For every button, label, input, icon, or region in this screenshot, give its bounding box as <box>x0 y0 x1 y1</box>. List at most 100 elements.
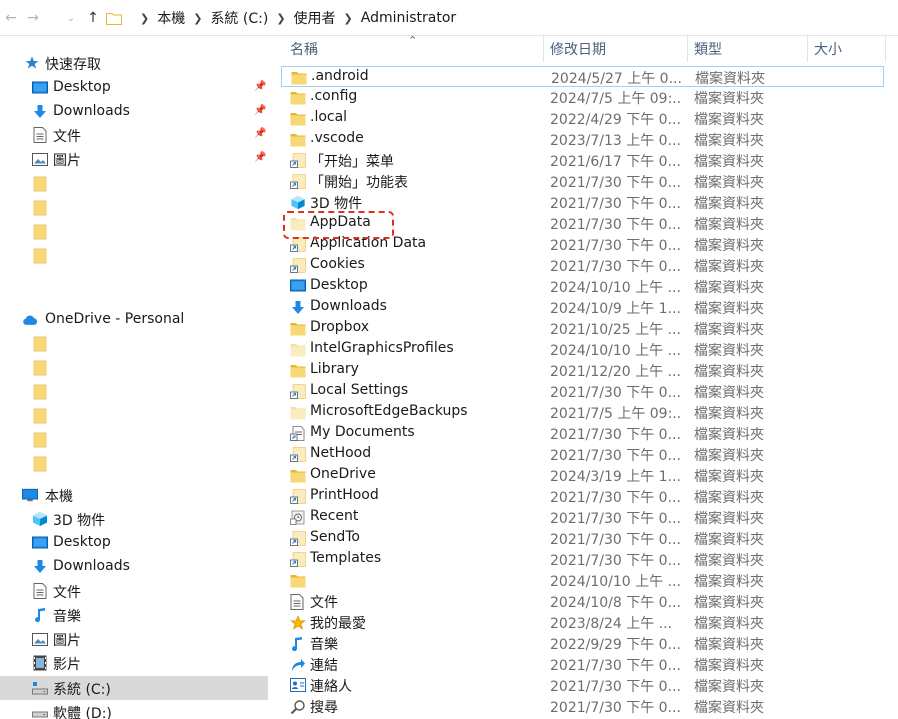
breadcrumb[interactable]: ❯ 本機 ❯ 系統 (C:) ❯ 使用者 ❯ Administrator <box>106 0 456 36</box>
file-row[interactable]: AppData 2021/7/30 下午 0... 檔案資料夾 <box>281 213 884 234</box>
sidebar-item-folder[interactable] <box>0 332 268 356</box>
chevron-right-icon: ❯ <box>343 11 353 25</box>
breadcrumb-item[interactable]: 本機 <box>157 8 185 28</box>
file-type: 檔案資料夾 <box>694 280 764 296</box>
sidebar-item-label: 文件 <box>53 129 81 145</box>
sidebar-item-label: Desktop <box>53 534 111 550</box>
breadcrumb-item[interactable]: Administrator <box>361 10 456 26</box>
sidebar-item-desktop[interactable]: Desktop <box>0 531 268 555</box>
file-name: Dropbox <box>310 319 369 335</box>
sidebar-item-downloads[interactable]: Downloads <box>0 555 268 579</box>
file-row[interactable]: 「開始」功能表 2021/7/30 下午 0... 檔案資料夾 <box>281 171 884 192</box>
file-row[interactable]: 3D 物件 2021/7/30 下午 0... 檔案資料夾 <box>281 192 884 213</box>
file-name: My Documents <box>310 424 415 440</box>
file-row[interactable]: 我的最愛 2023/8/24 上午 ... 檔案資料夾 <box>281 612 884 633</box>
sidebar-item-this-pc[interactable]: 本機 <box>0 483 268 507</box>
sidebar-item-folder[interactable] <box>0 380 268 404</box>
sidebar-item-folder[interactable] <box>0 404 268 428</box>
file-name: Local Settings <box>310 382 409 398</box>
file-row[interactable]: Dropbox 2021/10/25 上午 ... 檔案資料夾 <box>281 318 884 339</box>
sidebar-item-folder[interactable] <box>0 196 268 220</box>
file-modified-date: 2021/7/30 下午 0... <box>550 658 680 674</box>
file-row[interactable]: Recent 2021/7/30 下午 0... 檔案資料夾 <box>281 507 884 528</box>
file-type: 檔案資料夾 <box>694 322 764 338</box>
file-row[interactable]: Desktop 2024/10/10 上午 ... 檔案資料夾 <box>281 276 884 297</box>
file-name: 連結 <box>310 658 338 674</box>
file-row[interactable]: MicrosoftEdgeBackups 2021/7/5 上午 09:... 檔案… <box>281 402 884 423</box>
sidebar-item-folder[interactable] <box>0 356 268 380</box>
file-type: 檔案資料夾 <box>694 175 764 191</box>
sidebar-item-software-drive[interactable]: 軟體 (D:) <box>0 700 268 719</box>
file-row[interactable]: Downloads 2024/10/9 上午 1... 檔案資料夾 <box>281 297 884 318</box>
sidebar-item-folder[interactable] <box>0 452 268 476</box>
file-row[interactable]: SendTo 2021/7/30 下午 0... 檔案資料夾 <box>281 528 884 549</box>
column-header-type[interactable]: 類型 <box>694 36 794 62</box>
pin-icon[interactable]: 📌 <box>254 128 266 142</box>
navigation-pane: 快速存取 Desktop 📌 Downloads 📌 文件 📌 圖片 📌 One… <box>0 36 268 719</box>
hidden-folder-icon <box>290 405 306 420</box>
sidebar-item-quick-access[interactable]: 快速存取 <box>0 51 268 75</box>
up-button[interactable]: ↑ <box>82 0 104 36</box>
sidebar-item-music[interactable]: 音樂 <box>0 603 268 627</box>
file-modified-date: 2024/10/9 上午 1... <box>550 301 680 317</box>
file-row[interactable]: Templates 2021/7/30 下午 0... 檔案資料夾 <box>281 549 884 570</box>
sidebar-item-folder[interactable] <box>0 220 268 244</box>
file-row[interactable]: .vscode 2023/7/13 上午 0... 檔案資料夾 <box>281 129 884 150</box>
sidebar-item-folder[interactable] <box>0 244 268 268</box>
file-modified-date: 2021/7/30 下午 0... <box>550 217 680 233</box>
file-name: 連絡人 <box>310 679 352 695</box>
file-row[interactable]: Cookies 2021/7/30 下午 0... 檔案資料夾 <box>281 255 884 276</box>
sidebar-item-label: Downloads <box>53 558 130 574</box>
file-row[interactable]: .android 2024/5/27 上午 0... 檔案資料夾 <box>281 66 884 87</box>
sidebar-item-label: 圖片 <box>53 153 81 169</box>
breadcrumb-item[interactable]: 使用者 <box>294 8 336 28</box>
folder-icon <box>290 363 306 378</box>
system-drive-icon <box>32 680 48 696</box>
hidden-folder-icon <box>290 342 306 357</box>
file-row[interactable]: 連結 2021/7/30 下午 0... 檔案資料夾 <box>281 654 884 675</box>
file-row[interactable]: 搜尋 2021/7/30 下午 0... 檔案資料夾 <box>281 696 884 717</box>
file-row[interactable]: NetHood 2021/7/30 下午 0... 檔案資料夾 <box>281 444 884 465</box>
sidebar-item-downloads[interactable]: Downloads 📌 <box>0 100 268 124</box>
file-row[interactable]: My Documents 2021/7/30 下午 0... 檔案資料夾 <box>281 423 884 444</box>
recent-locations-chevron-icon[interactable]: ⌄ <box>60 0 82 36</box>
sidebar-item-desktop[interactable]: Desktop 📌 <box>0 76 268 100</box>
file-row[interactable]: Application Data 2021/7/30 下午 0... 檔案資料夾 <box>281 234 884 255</box>
column-header-date[interactable]: 修改日期 <box>550 36 680 62</box>
file-row[interactable]: 文件 2024/10/8 下午 0... 檔案資料夾 <box>281 591 884 612</box>
pin-icon[interactable]: 📌 <box>254 105 266 119</box>
file-name: Desktop <box>310 277 368 293</box>
pin-icon[interactable]: 📌 <box>254 152 266 166</box>
file-row[interactable]: 音樂 2022/9/29 下午 0... 檔案資料夾 <box>281 633 884 654</box>
file-row[interactable]: Local Settings 2021/7/30 下午 0... 檔案資料夾 <box>281 381 884 402</box>
sidebar-item-folder[interactable] <box>0 428 268 452</box>
file-row[interactable]: OneDrive 2024/3/19 上午 1... 檔案資料夾 <box>281 465 884 486</box>
column-header-size[interactable]: 大小 <box>814 36 874 62</box>
sidebar-item-system-drive[interactable]: 系統 (C:) <box>0 676 268 700</box>
back-button[interactable]: ← <box>0 0 22 36</box>
file-row[interactable]: 「开始」菜单 2021/6/17 下午 0... 檔案資料夾 <box>281 150 884 171</box>
documents-icon <box>32 583 48 599</box>
sidebar-item-pictures[interactable]: 圖片 <box>0 627 268 651</box>
sidebar-item-documents[interactable]: 文件 <box>0 579 268 603</box>
file-row[interactable]: Library 2021/12/20 上午 ... 檔案資料夾 <box>281 360 884 381</box>
sidebar-item-documents[interactable]: 文件 📌 <box>0 123 268 147</box>
sidebar-item-folder[interactable] <box>0 172 268 196</box>
file-row[interactable]: 連絡人 2021/7/30 下午 0... 檔案資料夾 <box>281 675 884 696</box>
sidebar-item-3d-objects[interactable]: 3D 物件 <box>0 507 268 531</box>
breadcrumb-item[interactable]: 系統 (C:) <box>210 8 268 28</box>
forward-button[interactable]: → <box>22 0 44 36</box>
file-row[interactable]: PrintHood 2021/7/30 下午 0... 檔案資料夾 <box>281 486 884 507</box>
file-row[interactable]: 2024/10/10 上午 ... 檔案資料夾 <box>281 570 884 591</box>
desktop-icon <box>290 279 306 294</box>
pin-icon[interactable]: 📌 <box>254 81 266 95</box>
file-row[interactable]: IntelGraphicsProfiles 2024/10/10 上午 ... 檔案… <box>281 339 884 360</box>
file-row[interactable]: .local 2022/4/29 下午 0... 檔案資料夾 <box>281 108 884 129</box>
file-row[interactable]: .config 2024/7/5 上午 09:... 檔案資料夾 <box>281 87 884 108</box>
sidebar-item-pictures[interactable]: 圖片 📌 <box>0 147 268 171</box>
downloads-icon <box>290 300 306 315</box>
sidebar-item-label: 軟體 (D:) <box>53 706 112 719</box>
sidebar-item-videos[interactable]: 影片 <box>0 651 268 675</box>
file-name: MicrosoftEdgeBackups <box>310 403 468 419</box>
sidebar-item-onedrive[interactable]: OneDrive - Personal <box>0 308 268 332</box>
